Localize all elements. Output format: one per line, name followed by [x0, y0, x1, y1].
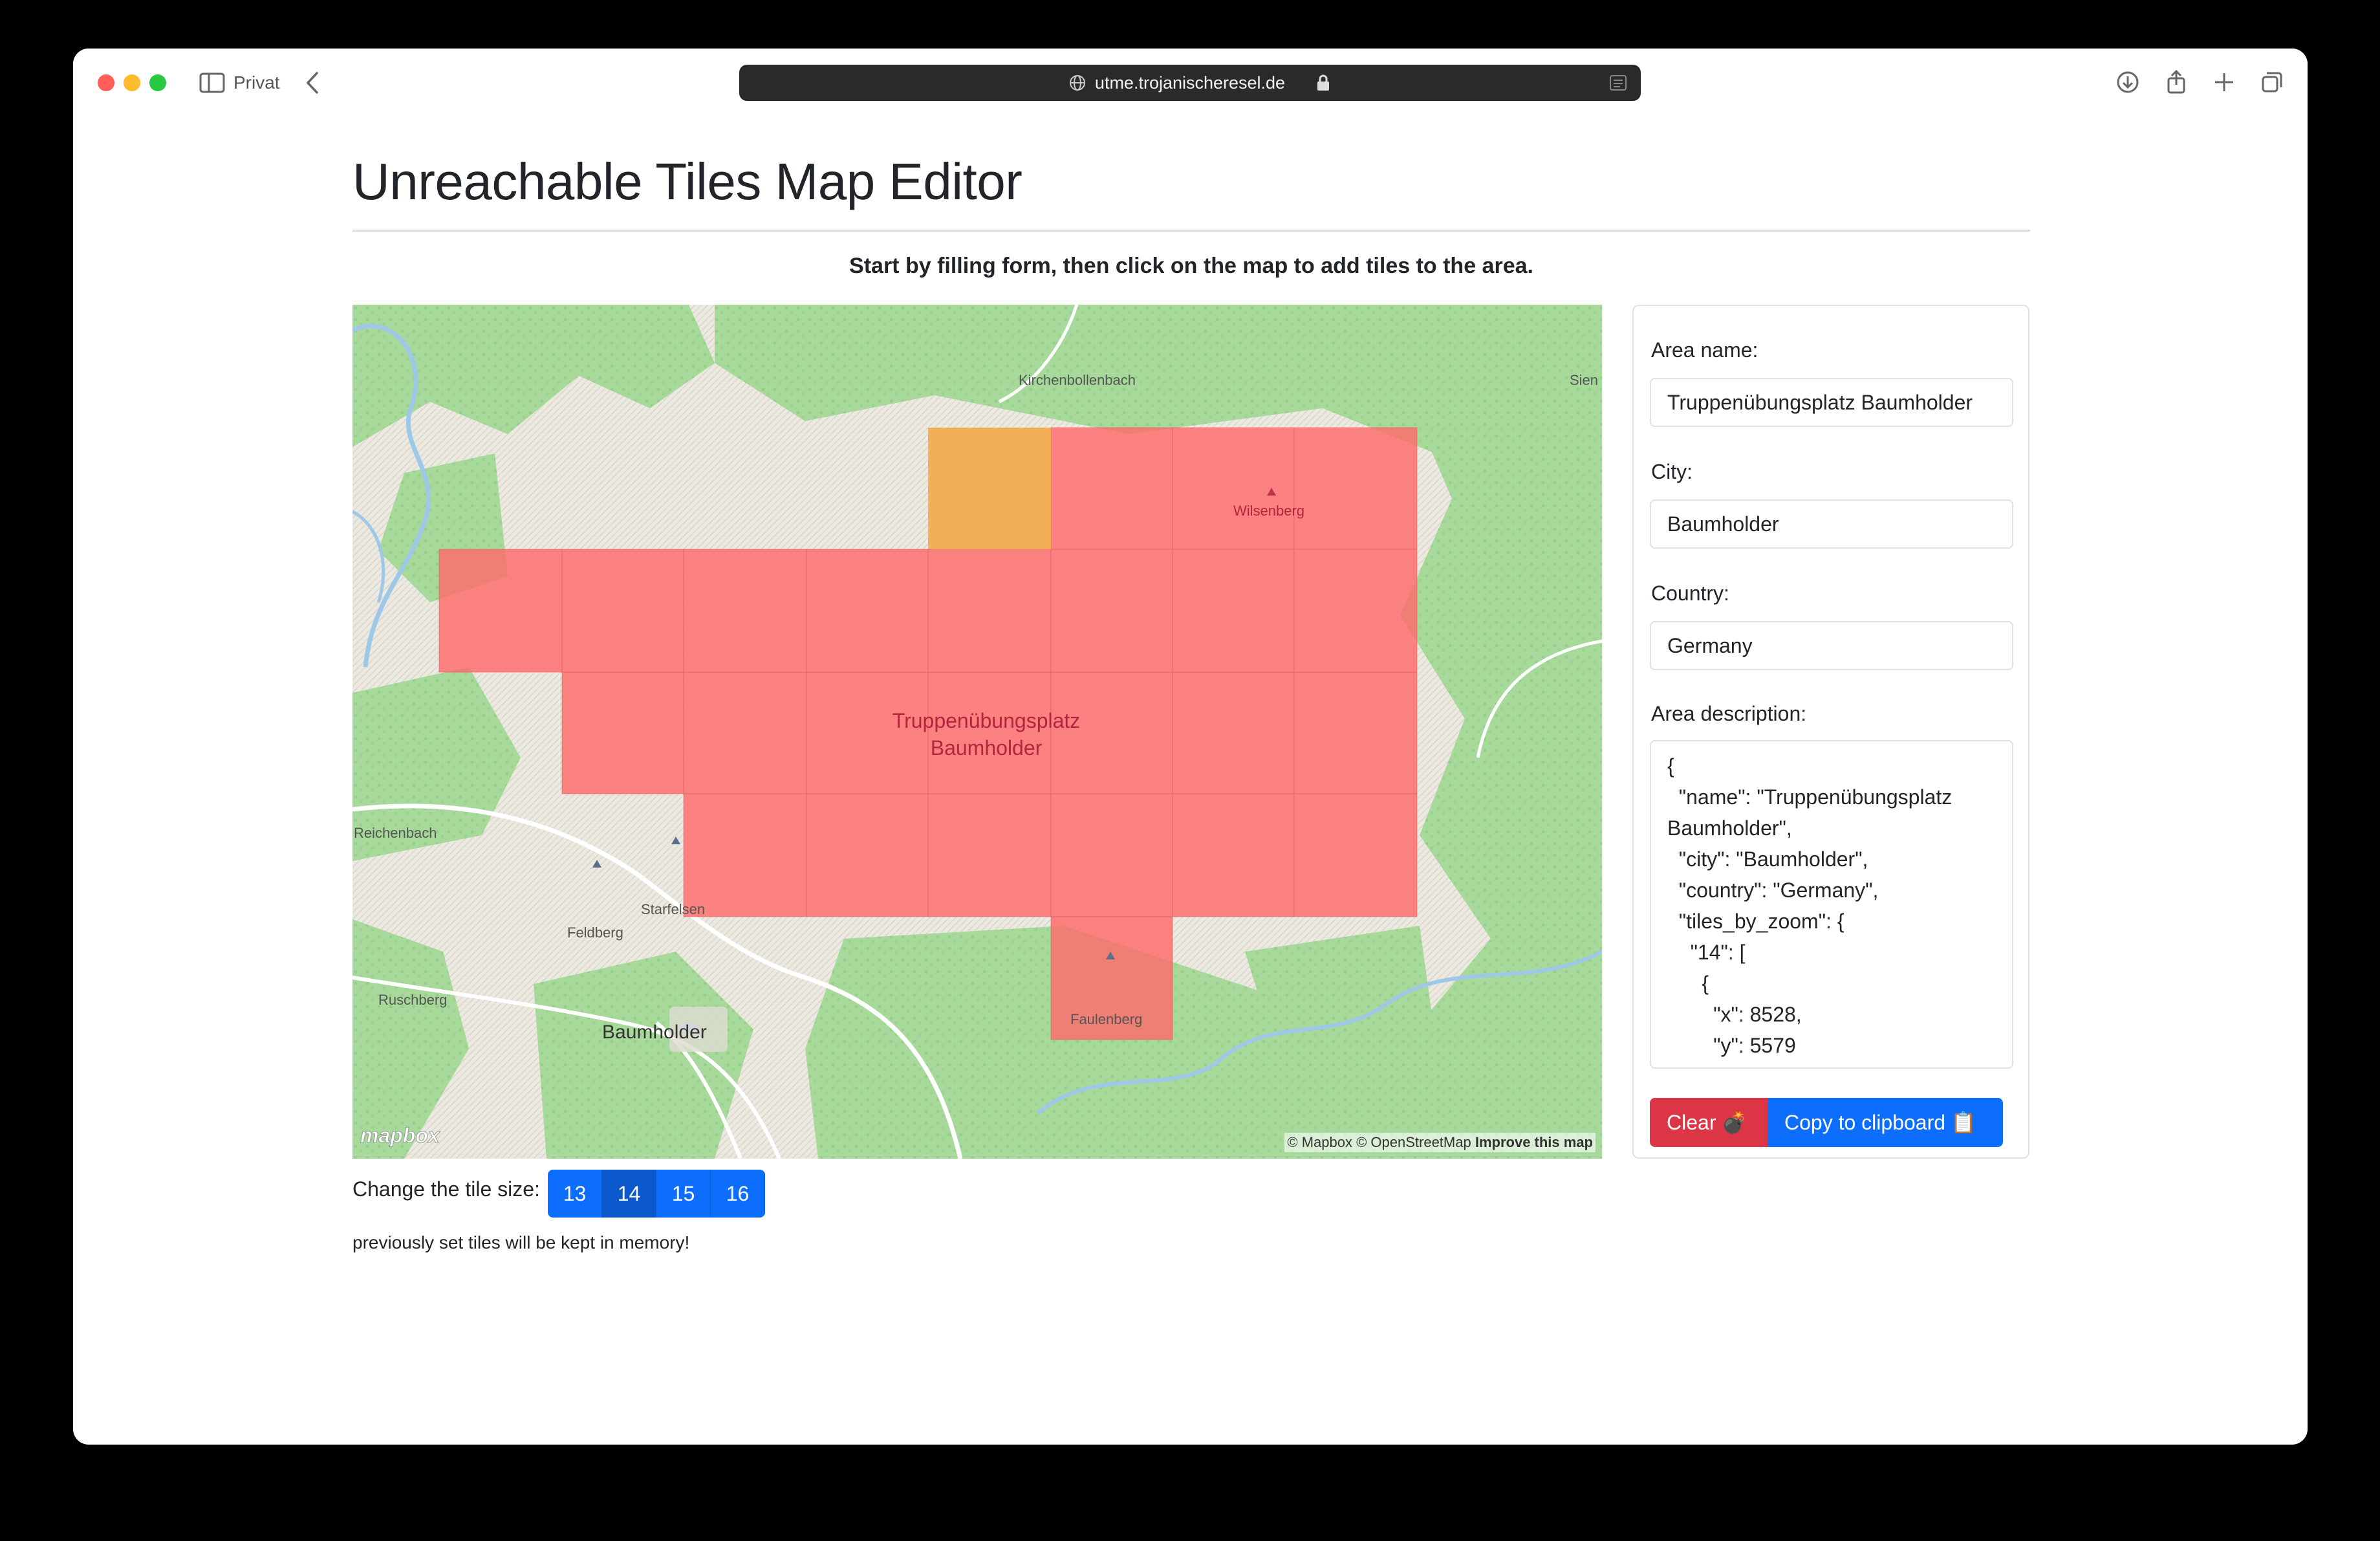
tile: [683, 549, 807, 673]
place-label-kirchenbollenbach: Kirchenbollenbach: [1019, 372, 1136, 388]
bomb-icon: 💣: [1721, 1111, 1747, 1134]
tile-size-13-button[interactable]: 13: [548, 1170, 602, 1218]
downloads-icon[interactable]: [2114, 68, 2142, 96]
place-label-starfelsen: Starfelsen: [641, 901, 706, 917]
city-input[interactable]: Baumholder: [1650, 499, 2013, 549]
place-label-wilsenberg: Wilsenberg: [1233, 503, 1305, 519]
tile-memory-note: previously set tiles will be kept in mem…: [352, 1232, 690, 1252]
tile: [1293, 427, 1418, 550]
tile: [927, 793, 1052, 917]
clipboard-icon: 📋: [1951, 1111, 1976, 1134]
peak-icon: [592, 860, 601, 868]
country-input[interactable]: Germany: [1650, 621, 2013, 670]
area-form: Area name: Truppenübungsplatz Baumholder…: [1632, 305, 2029, 1159]
tile-size-15-button[interactable]: 15: [656, 1170, 711, 1218]
close-window-button[interactable]: [98, 74, 114, 91]
back-icon[interactable]: [303, 71, 322, 95]
reader-icon[interactable]: [1608, 74, 1628, 92]
area-name-input[interactable]: Truppenübungsplatz Baumholder: [1650, 378, 2013, 427]
title-divider: [352, 230, 2030, 232]
clear-button-label: Clear: [1667, 1111, 1716, 1134]
tile-size-button-group: 13 14 15 16: [548, 1170, 765, 1218]
new-tab-icon[interactable]: [2210, 68, 2238, 96]
map-attribution: © Mapbox © OpenStreetMap Improve this ma…: [1284, 1133, 1596, 1152]
browser-window: Privat utme.trojanischeresel.de Unreacha…: [73, 49, 2308, 1445]
tile: [561, 672, 684, 794]
tile: [806, 549, 929, 673]
tile: [438, 549, 563, 673]
area-description-label: Area description:: [1651, 702, 1807, 725]
city-label: City:: [1651, 460, 1693, 483]
tile: [1050, 549, 1173, 673]
browser-toolbar: Privat utme.trojanischeresel.de: [73, 49, 2308, 116]
lock-icon: [1317, 74, 1329, 91]
area-label: Truppenübungsplatz Baumholder: [892, 709, 1081, 760]
area-description-textarea[interactable]: { "name": "Truppenübungsplatz Baumholder…: [1650, 740, 2013, 1069]
tile: [1293, 549, 1418, 673]
copy-to-clipboard-button[interactable]: Copy to clipboard 📋: [1768, 1098, 2003, 1147]
tile: [1172, 549, 1295, 673]
area-name-label: Area name:: [1651, 338, 1758, 362]
place-label-baumholder: Baumholder: [602, 1022, 707, 1043]
tile: [1293, 793, 1418, 917]
instruction-text: Start by filling form, then click on the…: [849, 254, 1533, 278]
place-label-feldberg: Feldberg: [567, 924, 623, 941]
tile: [1293, 672, 1418, 794]
tile: [683, 793, 807, 917]
country-label: Country:: [1651, 582, 1729, 605]
tile-size-16-button[interactable]: 16: [711, 1170, 765, 1218]
tab-overview-icon[interactable]: [2258, 68, 2286, 96]
place-label-faulenberg: Faulenberg: [1070, 1011, 1143, 1027]
copy-button-label: Copy to clipboard: [1784, 1111, 1946, 1134]
tile: [683, 672, 807, 794]
attribution-text[interactable]: © Mapbox © OpenStreetMap: [1287, 1134, 1471, 1150]
place-label-sien: Sien: [1570, 372, 1599, 388]
tile: [927, 549, 1052, 673]
tile: [1050, 793, 1173, 917]
tile: [561, 549, 684, 673]
address-bar[interactable]: utme.trojanischeresel.de: [739, 65, 1641, 101]
improve-map-link[interactable]: Improve this map: [1475, 1134, 1593, 1150]
tile: [1050, 427, 1173, 550]
tile: [1172, 427, 1295, 550]
place-label-reichenbach: Reichenbach: [354, 825, 437, 841]
page-title: Unreachable Tiles Map Editor: [352, 153, 1022, 210]
clear-button[interactable]: Clear 💣: [1650, 1098, 1768, 1147]
profile-label[interactable]: Privat: [233, 72, 280, 94]
tile-size-14-button[interactable]: 14: [602, 1170, 656, 1218]
tile: [806, 793, 929, 917]
zoom-window-button[interactable]: [149, 74, 166, 91]
place-label-ruschberg: Ruschberg: [378, 992, 448, 1008]
map-canvas[interactable]: Kirchenbollenbach Sien Wilsenberg Reiche…: [352, 305, 1602, 1159]
peak-icon: [671, 836, 680, 844]
tile: [1172, 793, 1295, 917]
tile-size-label: Change the tile size:: [352, 1177, 540, 1201]
tile-highlight: [928, 428, 1051, 549]
mapbox-logo[interactable]: mapbox: [360, 1124, 440, 1148]
url-text: utme.trojanischeresel.de: [1094, 73, 1286, 93]
tile: [1172, 672, 1295, 794]
sidebar-icon[interactable]: [199, 72, 225, 94]
minimize-window-button[interactable]: [124, 74, 140, 91]
share-icon[interactable]: [2162, 68, 2191, 96]
